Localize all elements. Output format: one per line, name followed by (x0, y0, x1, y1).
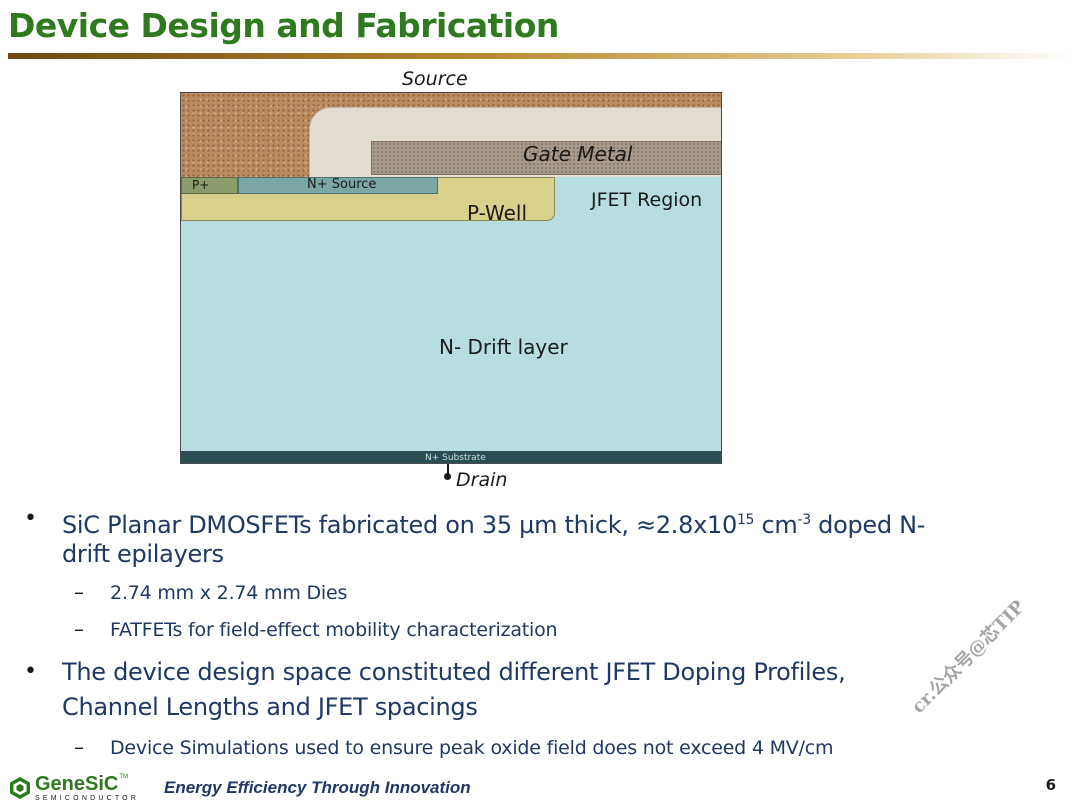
page-number: 6 (1045, 776, 1056, 794)
sub-bullet-marker: – (74, 617, 84, 641)
drain-terminal-dot (444, 473, 451, 480)
logo-text: GeneSiC (35, 773, 119, 795)
footer-tagline: Energy Efficiency Through Innovation (164, 778, 471, 797)
slide-title: Device Design and Fabrication (8, 6, 559, 45)
bullet-1-sub-1: 2.74 mm x 2.74 mm Dies (110, 582, 348, 604)
sub-bullet-marker: – (74, 580, 84, 604)
bullet-1-sub-2: FATFETs for field-effect mobility charac… (110, 619, 558, 641)
genesic-logo: GeneSiC TM SEMICONDUCTOR (8, 773, 139, 803)
bullet-2-sub-1: Device Simulations used to ensure peak o… (110, 737, 834, 759)
p-plus-region (181, 177, 238, 194)
p-well-label: P-Well (467, 201, 528, 225)
bullet-1-line-2: drift epilayers (62, 540, 224, 568)
bullet-marker: • (24, 506, 37, 531)
substrate-label: N+ Substrate (425, 453, 486, 463)
bullet-2-line-2: Channel Lengths and JFET spacings (62, 693, 478, 721)
bullet-marker: • (24, 659, 37, 684)
watermark-text: cr.公众号@芯TIP (907, 596, 1030, 718)
gate-metal-label: Gate Metal (523, 142, 633, 166)
p-plus-label: P+ (192, 178, 210, 192)
title-underline (8, 53, 1072, 59)
jfet-region-label: JFET Region (591, 189, 703, 211)
source-terminal-label: Source (402, 68, 468, 90)
genesic-logo-icon (10, 777, 30, 799)
device-cross-section: Gate Metal P-Well P+ N+ Source JFET Regi… (180, 92, 722, 464)
drift-layer-label: N- Drift layer (439, 335, 568, 359)
logo-trademark: TM (119, 774, 129, 780)
sub-bullet-marker: – (74, 735, 84, 759)
drain-terminal-label: Drain (456, 469, 508, 491)
logo-subtitle: SEMICONDUCTOR (35, 795, 140, 802)
n-source-label: N+ Source (307, 177, 377, 192)
bullet-2-line-1: The device design space constituted diff… (62, 658, 846, 686)
